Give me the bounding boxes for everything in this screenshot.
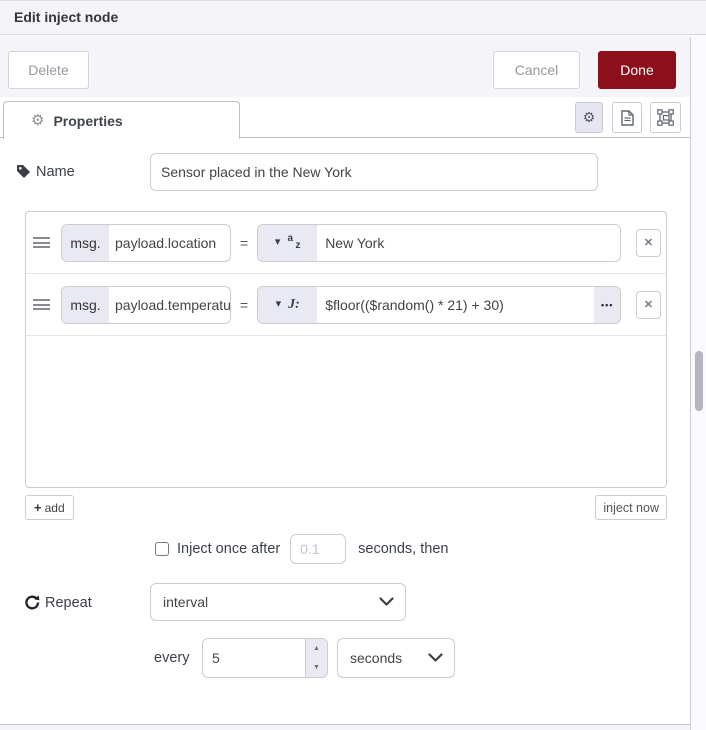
properties-view-button[interactable]: ⚙: [575, 102, 603, 133]
close-icon: ✕: [643, 299, 654, 311]
dialog-title: Edit inject node: [14, 9, 119, 25]
type-select-button[interactable]: ▾ J:: [258, 286, 318, 323]
plus-icon: +: [34, 500, 42, 515]
drag-handle-icon[interactable]: [33, 235, 50, 251]
msg-prefix-label: msg.: [62, 286, 109, 323]
repeat-label: Repeat: [45, 595, 92, 611]
ellipsis-icon: •••: [600, 299, 614, 310]
repeat-select[interactable]: interval: [150, 583, 406, 621]
property-value-input[interactable]: ▾ a z New York: [257, 223, 622, 262]
type-select-button[interactable]: ▾ a z: [258, 224, 318, 261]
property-value-input[interactable]: ▾ J: $floor(($random() * 21) + 30) •••: [257, 285, 622, 324]
gear-icon: ⚙: [31, 112, 45, 129]
interval-units-select[interactable]: seconds: [337, 638, 455, 678]
chevron-down-icon: [379, 597, 394, 607]
inject-once-label: Inject once after: [177, 541, 281, 557]
inject-once-delay-input[interactable]: 0.1: [290, 534, 347, 564]
property-key-value[interactable]: payload.location: [109, 225, 230, 261]
msg-prefix-label: msg.: [62, 224, 109, 261]
chevron-down-icon: ▾: [275, 298, 282, 310]
node-appearance-icon: [657, 109, 674, 126]
equals-label: =: [240, 234, 249, 251]
dialog-bottom-edge: [0, 724, 706, 730]
repeat-icon: [25, 595, 40, 610]
string-type-icon: a z: [287, 232, 301, 251]
delete-button[interactable]: Delete: [8, 51, 89, 89]
expression-type-icon: J:: [288, 296, 300, 312]
tab-properties-label: Properties: [53, 112, 123, 129]
property-value-text[interactable]: New York: [317, 225, 620, 261]
tab-properties[interactable]: ⚙ Properties: [3, 101, 240, 139]
scrollbar-track[interactable]: [690, 37, 706, 730]
dialog-header: Edit inject node: [0, 1, 706, 35]
spinner-up-icon[interactable]: ▲: [306, 639, 327, 658]
property-row-temperature: msg. payload.temperature = ▾ J: $floor((…: [26, 274, 666, 336]
repeat-selected-value: interval: [163, 594, 209, 610]
inject-now-button[interactable]: inject now: [595, 495, 667, 520]
chevron-down-icon: ▾: [274, 236, 281, 248]
inject-now-label: inject now: [603, 500, 659, 515]
gear-icon: ⚙: [582, 109, 596, 125]
inject-once-suffix-label: seconds, then: [358, 541, 449, 557]
drag-handle-icon[interactable]: [33, 297, 50, 313]
remove-property-button[interactable]: ✕: [636, 228, 661, 257]
tag-icon: [17, 165, 30, 178]
document-icon: [620, 109, 634, 126]
inject-once-checkbox[interactable]: [155, 542, 169, 556]
dialog-button-bar: Delete Cancel Done: [0, 36, 690, 97]
remove-property-button[interactable]: ✕: [636, 290, 661, 319]
number-spinner: ▲ ▼: [305, 639, 327, 677]
edit-inject-dialog: Edit inject node Delete Cancel Done ⚙ Pr…: [0, 0, 706, 730]
add-property-button[interactable]: + add: [25, 495, 74, 520]
cancel-button[interactable]: Cancel: [493, 51, 580, 89]
property-key-value[interactable]: payload.temperature: [109, 287, 230, 323]
done-button[interactable]: Done: [598, 51, 676, 89]
property-key-input[interactable]: msg. payload.location: [61, 223, 231, 262]
property-row-location: msg. payload.location = ▾ a z New York ✕: [26, 212, 666, 274]
scrollbar-thumb[interactable]: [695, 351, 703, 411]
equals-label: =: [240, 296, 249, 313]
tab-bar: ⚙ Properties ⚙: [0, 101, 690, 139]
property-value-text[interactable]: $floor(($random() * 21) + 30): [317, 287, 594, 323]
interval-value-text[interactable]: 5: [203, 639, 305, 677]
property-list: msg. payload.location = ▾ a z New York ✕: [25, 211, 667, 488]
expand-editor-button[interactable]: •••: [594, 286, 621, 323]
spinner-down-icon[interactable]: ▼: [306, 658, 327, 677]
chevron-down-icon: [428, 653, 443, 663]
name-label: Name: [36, 164, 75, 180]
add-property-label: add: [44, 500, 65, 515]
description-view-button[interactable]: [612, 102, 642, 133]
every-label: every: [154, 650, 190, 666]
interval-value-input[interactable]: 5 ▲ ▼: [202, 638, 328, 678]
appearance-view-button[interactable]: [650, 102, 681, 133]
close-icon: ✕: [643, 237, 654, 249]
property-key-input[interactable]: msg. payload.temperature: [61, 285, 231, 324]
interval-units-value: seconds: [350, 650, 403, 666]
name-input[interactable]: Sensor placed in the New York: [150, 153, 598, 191]
inject-once-row: Inject once after 0.1 seconds, then: [155, 534, 448, 564]
